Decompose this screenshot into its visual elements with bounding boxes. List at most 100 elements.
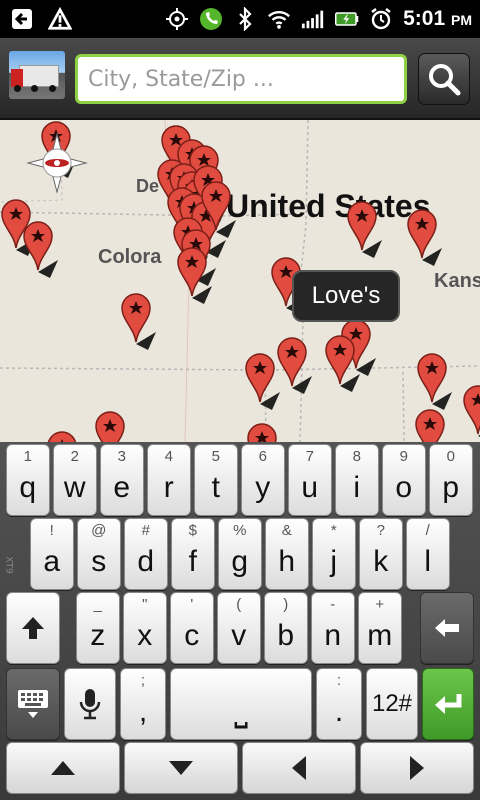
truck-logo-icon[interactable] — [9, 51, 65, 99]
wifi-icon — [267, 7, 291, 31]
key-q[interactable]: 1q — [6, 444, 50, 516]
map-pin[interactable] — [346, 200, 382, 260]
key-o[interactable]: 9o — [382, 444, 426, 516]
gps-icon — [165, 7, 189, 31]
key-primary-label: r — [163, 471, 174, 504]
cursor-up-key[interactable] — [6, 742, 120, 794]
period-key[interactable]: : . — [316, 668, 362, 740]
map-pin[interactable] — [416, 352, 452, 412]
key-secondary-label: * — [330, 522, 337, 539]
key-s[interactable]: @ s — [77, 518, 121, 590]
key-primary-label: t — [211, 471, 220, 504]
key-a[interactable]: ! a — [30, 518, 74, 590]
key-k[interactable]: ? k — [359, 518, 403, 590]
backspace-key[interactable] — [420, 592, 474, 664]
key-m[interactable]: + m — [358, 592, 402, 664]
map-pin[interactable] — [462, 384, 480, 442]
key-y[interactable]: 6y — [241, 444, 285, 516]
key-c[interactable]: ' c — [170, 592, 214, 664]
key-primary-label: i — [353, 471, 361, 504]
keyboard-settings-key[interactable] — [6, 668, 60, 740]
key-primary-label: q — [19, 471, 37, 504]
backspace-arrow-icon — [435, 619, 459, 637]
arrow-left-icon — [292, 756, 306, 780]
search-button[interactable] — [418, 53, 470, 105]
key-u[interactable]: 7u — [288, 444, 332, 516]
key-primary-label: p — [442, 471, 460, 504]
map-pin[interactable] — [22, 220, 58, 280]
compass-icon[interactable] — [26, 132, 88, 194]
map-label-kansas: Kans — [434, 270, 480, 292]
key-primary-label: g — [231, 545, 249, 578]
symbols-key[interactable]: 12# — [366, 668, 418, 740]
keyboard-icon — [18, 690, 48, 718]
map-pin[interactable] — [176, 246, 212, 306]
map-pin[interactable] — [406, 208, 442, 268]
arrow-up-icon — [51, 761, 75, 775]
map-pin[interactable] — [46, 430, 82, 442]
key-primary-label: z — [90, 619, 106, 652]
status-bar: 5:01 PM — [0, 0, 480, 38]
key-f[interactable]: $ f — [171, 518, 215, 590]
enter-key[interactable] — [422, 668, 474, 740]
key-w[interactable]: 2w — [53, 444, 97, 516]
key-j[interactable]: * j — [312, 518, 356, 590]
key-secondary-label: " — [142, 596, 148, 613]
soft-keyboard: XT9 1q2w3e4r5t6y7u8i9o0p ! a @ s # d $ f% g & h * j?… — [0, 442, 480, 800]
key-primary-label: k — [373, 545, 389, 578]
location-tooltip[interactable]: Love's — [292, 270, 400, 322]
key-e[interactable]: 3e — [100, 444, 144, 516]
key-z[interactable]: _ z — [76, 592, 120, 664]
key-secondary-label: ? — [376, 522, 385, 539]
voice-input-key[interactable] — [64, 668, 116, 740]
key-h[interactable]: & h — [265, 518, 309, 590]
key-secondary-label: / — [425, 522, 430, 539]
key-primary-label: e — [113, 471, 131, 504]
search-bar — [0, 38, 480, 120]
map-pin[interactable] — [244, 352, 280, 412]
key-secondary-label: 9 — [399, 448, 408, 465]
key-i[interactable]: 8i — [335, 444, 379, 516]
battery-charging-icon — [335, 7, 359, 31]
key-secondary-label: 8 — [352, 448, 361, 465]
key-primary-label: j — [330, 545, 338, 578]
key-x[interactable]: " x — [123, 592, 167, 664]
key-secondary-label: # — [141, 522, 150, 539]
key-primary-label: m — [367, 619, 393, 652]
key-r[interactable]: 4r — [147, 444, 191, 516]
map-region-label: United States — [226, 188, 431, 224]
map-pin[interactable] — [94, 410, 130, 442]
map-pin[interactable] — [276, 336, 312, 396]
map-pin[interactable] — [324, 334, 360, 394]
key-b[interactable]: ) b — [264, 592, 308, 664]
key-n[interactable]: -n — [311, 592, 355, 664]
key-secondary-label: % — [233, 522, 247, 539]
key-t[interactable]: 5t — [194, 444, 238, 516]
location-search-input[interactable] — [75, 54, 407, 104]
comma-key[interactable]: ; , — [120, 668, 166, 740]
cursor-down-key[interactable] — [124, 742, 238, 794]
key-primary-label: a — [43, 545, 61, 578]
warning-icon — [48, 7, 72, 31]
key-secondary-label: 4 — [164, 448, 173, 465]
key-l[interactable]: / l — [406, 518, 450, 590]
cursor-left-key[interactable] — [242, 742, 356, 794]
space-key[interactable]: ⎵ — [170, 668, 312, 740]
key-primary-label: o — [395, 471, 413, 504]
key-secondary-label: 2 — [70, 448, 79, 465]
map-pin[interactable] — [120, 292, 156, 352]
map-pin[interactable] — [414, 408, 450, 442]
alarm-icon — [369, 7, 393, 31]
key-secondary-label: ( — [236, 596, 242, 613]
phone-icon — [199, 7, 223, 31]
key-primary-label: w — [63, 471, 86, 504]
map-pin[interactable] — [246, 422, 282, 442]
key-g[interactable]: % g — [218, 518, 262, 590]
key-d[interactable]: # d — [124, 518, 168, 590]
shift-key[interactable] — [6, 592, 60, 664]
cursor-right-key[interactable] — [360, 742, 474, 794]
key-p[interactable]: 0p — [429, 444, 473, 516]
key-v[interactable]: (v — [217, 592, 261, 664]
map-view[interactable]: De Colora Kans United States Love's — [0, 120, 480, 442]
signal-icon — [301, 7, 325, 31]
